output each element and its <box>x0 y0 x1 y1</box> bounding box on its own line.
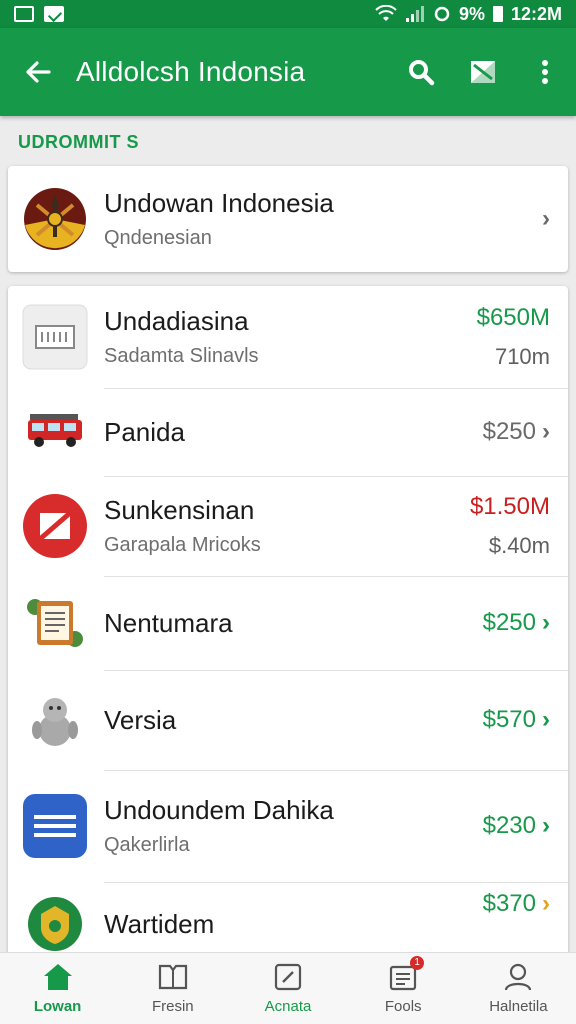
sync-icon <box>434 6 450 22</box>
tab-acnata[interactable]: Acnata <box>230 953 345 1024</box>
chevron-right-icon: › <box>542 890 550 917</box>
featured-title: Undowan Indonesia <box>104 188 334 218</box>
bottom-navigation: Lowan Fresin Acnata 1 Fools Halnetila <box>0 952 576 1024</box>
tab-fools[interactable]: 1 Fools <box>346 953 461 1024</box>
item-amount: $370 <box>482 890 536 917</box>
no-entry-icon <box>22 493 88 559</box>
item-name: Panida <box>104 416 185 447</box>
featured-row[interactable]: Undowan Indonesia Qndenesian › <box>8 166 568 272</box>
chevron-right-icon: › <box>542 205 550 232</box>
document-icon <box>22 793 88 859</box>
clock: 12:2M <box>510 3 562 24</box>
home-icon <box>43 962 73 992</box>
list-item[interactable]: Undadiasina Sadamta Slinavls $650M 710m <box>8 286 568 388</box>
list-item[interactable]: Nentumara $250 › <box>8 576 568 670</box>
item-name: Sunkensinan <box>104 495 255 525</box>
item-secondary-amount: $.40m <box>488 533 550 558</box>
item-secondary-amount: 710m <box>494 344 550 369</box>
notification-check-icon <box>44 6 64 22</box>
item-amount: $1.50M <box>469 493 550 520</box>
tab-fresin[interactable]: Fresin <box>115 953 230 1024</box>
tab-home[interactable]: Lowan <box>0 953 115 1024</box>
chevron-right-icon: › <box>542 609 550 636</box>
page-title: Alldolcsh Indonsia <box>76 56 306 87</box>
chevron-right-icon: › <box>542 812 550 839</box>
more-options-button[interactable] <box>514 28 576 116</box>
featured-subtitle: Qndenesian <box>104 227 212 249</box>
item-amount: $250 <box>482 609 536 636</box>
featured-card[interactable]: Undowan Indonesia Qndenesian › <box>8 166 568 272</box>
back-button[interactable] <box>0 28 76 116</box>
book-icon <box>158 962 188 992</box>
entity-list: Undadiasina Sadamta Slinavls $650M 710m … <box>8 286 568 966</box>
list-item[interactable]: Versia $570 › <box>8 670 568 770</box>
truck-icon <box>22 399 88 465</box>
item-name: Versia <box>104 704 177 735</box>
item-amount: $230 <box>482 812 536 839</box>
app-bar: Alldolcsh Indonsia <box>0 28 576 116</box>
notification-badge: 1 <box>410 956 425 970</box>
search-button[interactable] <box>390 28 452 116</box>
tab-label: Halnetila <box>489 998 548 1015</box>
item-name: Nentumara <box>104 607 233 638</box>
arrow-back-icon <box>26 61 51 83</box>
battery-icon <box>492 6 503 22</box>
item-name: Undoundem Dahika <box>104 795 334 825</box>
tab-label: Lowan <box>33 998 82 1015</box>
inbox-icon: 1 <box>388 956 425 992</box>
list-item[interactable]: Sunkensinan Garapala Mricoks $1.50M $.40… <box>8 476 568 576</box>
search-icon <box>409 60 435 86</box>
item-amount: $650M <box>476 304 550 331</box>
compose-button[interactable] <box>452 28 514 116</box>
notification-image-icon <box>14 6 34 22</box>
clipboard-icon <box>22 590 88 656</box>
wifi-icon <box>375 5 397 21</box>
item-subtitle: Garapala Mricoks <box>104 534 261 556</box>
tab-profile[interactable]: Halnetila <box>461 953 576 1024</box>
item-subtitle: Qakerlirla <box>104 834 190 856</box>
chevron-right-icon: › <box>542 418 550 445</box>
shield-icon <box>22 891 88 957</box>
list-item[interactable]: Undoundem Dahika Qakerlirla $230 › <box>8 770 568 882</box>
tab-label: Fools <box>384 998 422 1015</box>
more-vert-icon <box>542 60 548 84</box>
item-amount: $570 <box>482 706 536 733</box>
list-item[interactable]: Panida $250 › <box>8 388 568 476</box>
status-bar: 9% 12:2M <box>0 0 576 28</box>
chevron-right-icon: › <box>542 706 550 733</box>
signal-icon <box>405 6 424 22</box>
battery-percent: 9% <box>458 3 485 24</box>
tab-label: Fresin <box>151 998 194 1015</box>
person-icon <box>503 962 533 992</box>
edit-icon <box>273 962 303 992</box>
item-amount: $250 <box>482 418 536 445</box>
flag-icon <box>471 61 495 83</box>
mascot-icon <box>22 687 88 753</box>
emblem-icon <box>22 186 88 252</box>
tab-label: Acnata <box>264 998 312 1015</box>
item-subtitle: Sadamta Slinavls <box>104 345 259 367</box>
building-icon <box>22 304 88 370</box>
section-header: UDROMMIT S <box>18 132 139 152</box>
item-name: Undadiasina <box>104 306 249 336</box>
item-name: Wartidem <box>104 908 215 939</box>
